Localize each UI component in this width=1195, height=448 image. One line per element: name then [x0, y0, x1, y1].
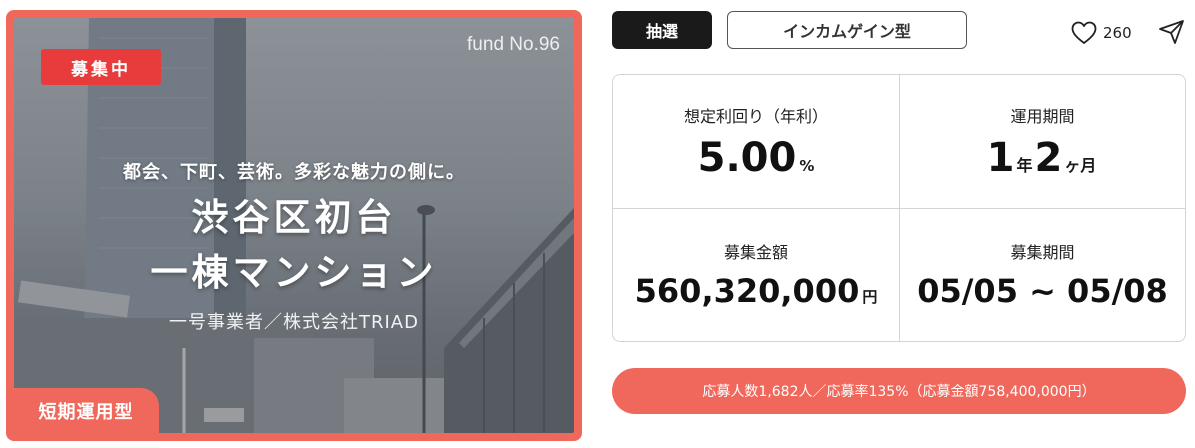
period-label: 運用期間	[1010, 106, 1075, 126]
recruit-period-label: 募集期間	[1010, 243, 1075, 262]
lottery-tag: 抽選	[612, 11, 712, 49]
amount-label: 募集金額	[723, 243, 788, 262]
amount-cell: 募集金額 560,320,000 円	[613, 208, 899, 341]
share-button[interactable]	[1158, 19, 1186, 49]
favorite-button[interactable]: 260	[1071, 20, 1132, 46]
yield-cell: 想定利回り（年利） 5.00%	[613, 75, 899, 208]
yield-label: 想定利回り（年利）	[683, 106, 828, 126]
catchphrase: 都会、下町、芸術。多彩な魅力の側に。	[123, 162, 465, 183]
favorite-count: 260	[1103, 24, 1132, 42]
operator-name: 一号事業者／株式会社TRIAD	[169, 312, 419, 333]
fund-photo: 募集中 fund No.96 都会、下町、芸術。多彩な魅力の側に。 渋谷区初台 …	[14, 18, 574, 433]
heart-icon	[1071, 21, 1097, 44]
recruit-period-value: 05/05 ~ 05/08	[917, 272, 1168, 310]
fund-number: fund No.96	[467, 34, 560, 55]
income-type-tag: インカムゲイン型	[727, 11, 967, 49]
fund-image-card[interactable]: 募集中 fund No.96 都会、下町、芸術。多彩な魅力の側に。 渋谷区初台 …	[6, 10, 582, 441]
period-months: 2	[1034, 134, 1063, 181]
period-month-unit: ヶ月	[1064, 155, 1097, 175]
paper-plane-icon	[1159, 20, 1184, 44]
recruit-period-cell: 募集期間 05/05 ~ 05/08	[899, 208, 1185, 341]
applicants-summary: 応募人数1,682人／応募率135%（応募金額758,400,000円）	[612, 368, 1186, 414]
property-title-line1: 渋谷区初台	[191, 196, 397, 239]
period-years: 1	[986, 134, 1015, 181]
period-year-unit: 年	[1016, 155, 1033, 175]
property-title-line2: 一棟マンション	[150, 251, 438, 294]
period-cell: 運用期間 1 年2 ヶ月	[899, 75, 1185, 208]
property-title: 渋谷区初台 一棟マンション	[14, 190, 574, 300]
amount-unit: 円	[862, 288, 878, 306]
status-badge: 募集中	[41, 49, 161, 85]
term-badge: 短期運用型	[14, 388, 159, 433]
amount-value: 560,320,000	[634, 272, 860, 310]
yield-unit: %	[799, 156, 815, 175]
yield-value: 5.00	[697, 134, 797, 181]
fund-stats-table: 想定利回り（年利） 5.00% 運用期間 1 年2 ヶ月 募集金額 560,320,…	[612, 74, 1186, 342]
